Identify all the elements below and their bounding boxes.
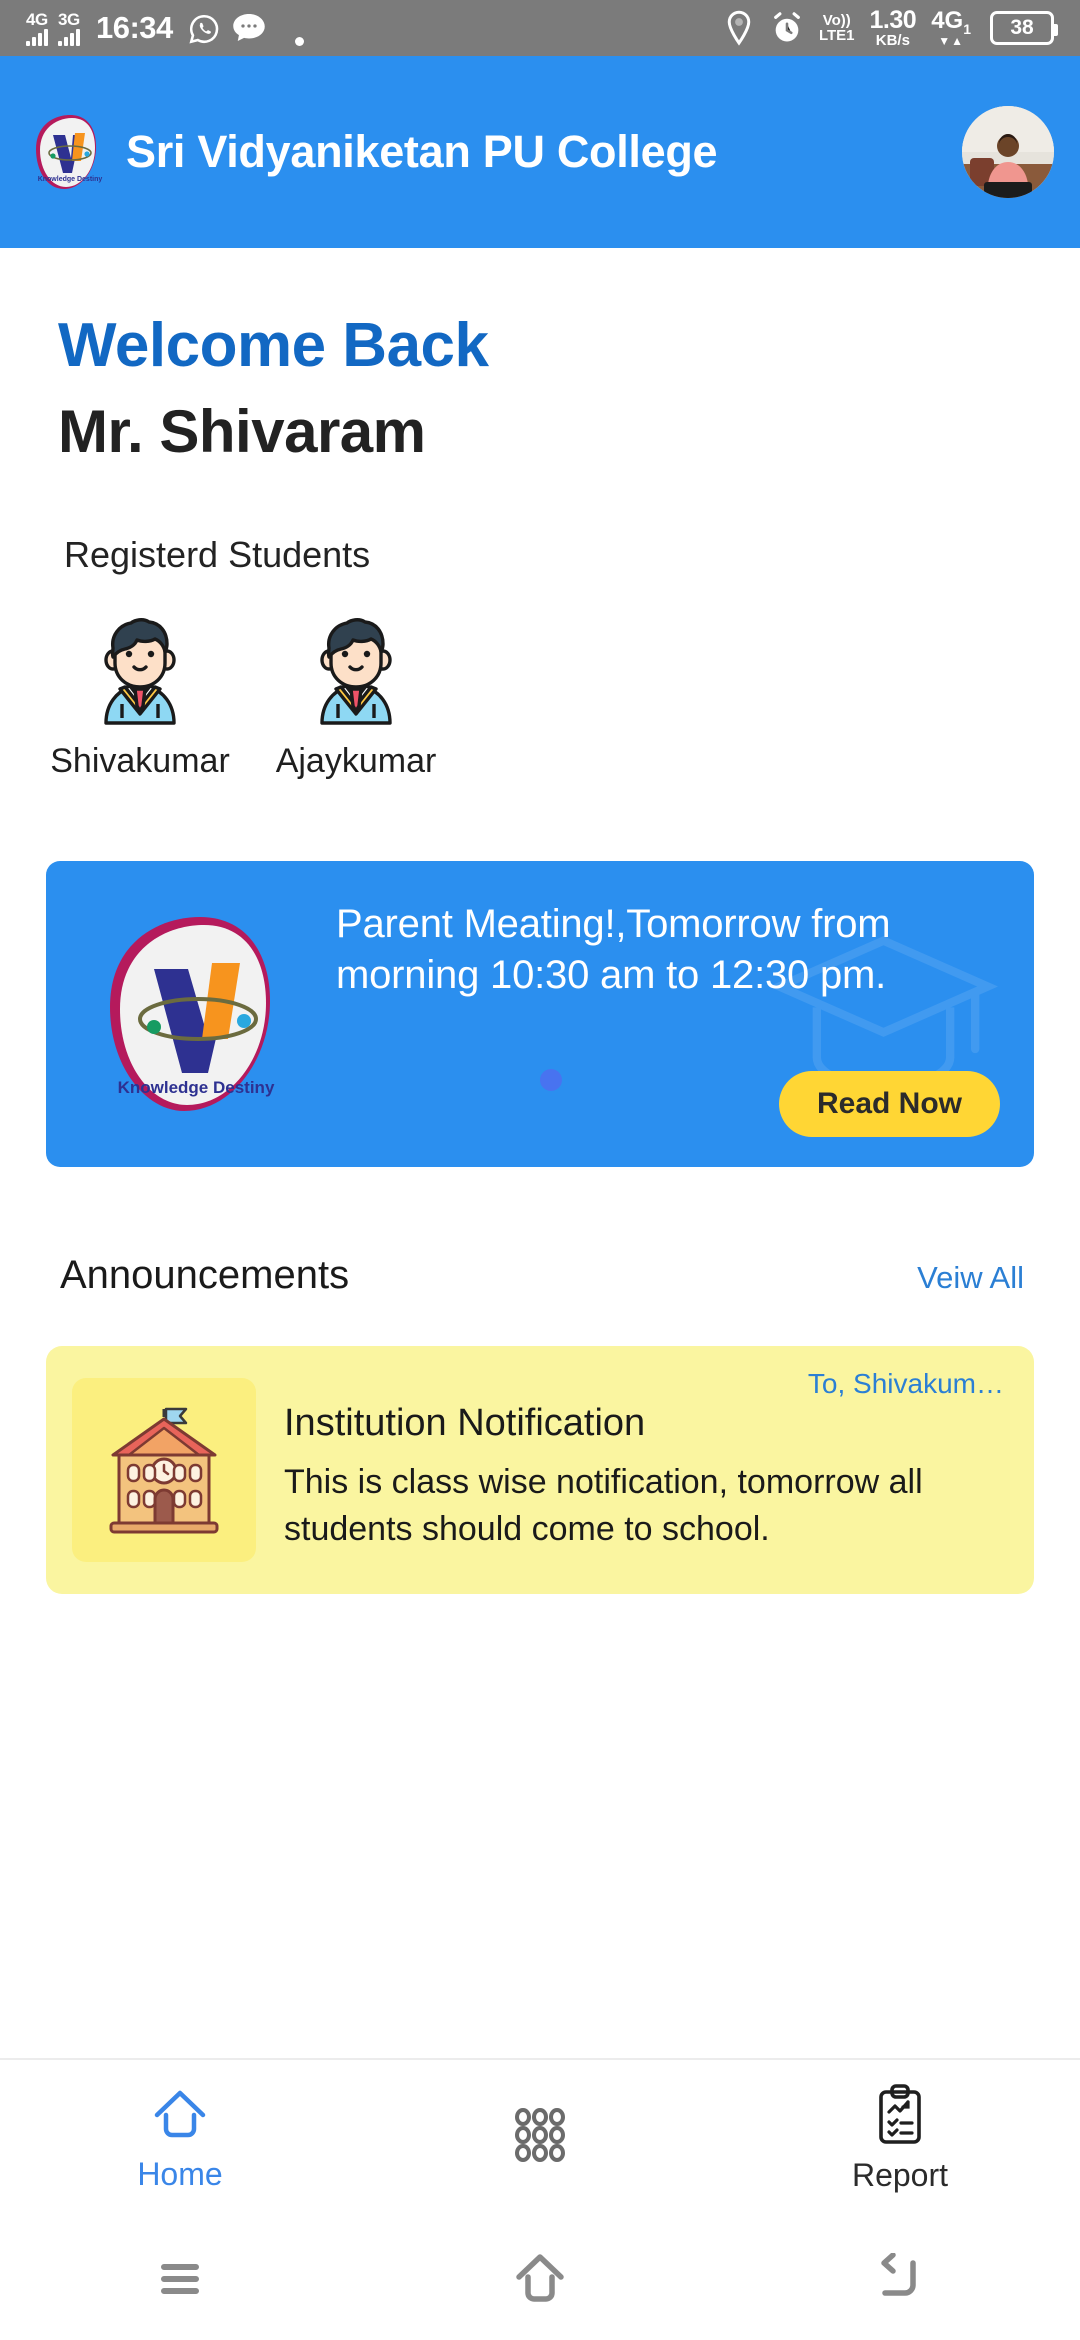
banner-logo-container: Knowledge Destiny	[46, 861, 336, 1167]
nav-item-home[interactable]: Home	[0, 2085, 360, 2193]
user-name: Mr. Shivaram	[58, 398, 426, 465]
registered-students-list: Shivakumar Ajaykumar	[0, 576, 1080, 781]
sim1-network-label: 4G	[26, 10, 48, 29]
svg-text:Knowledge Destiny: Knowledge Destiny	[38, 176, 103, 183]
welcome-greeting: Welcome Back	[58, 311, 489, 380]
college-logo-icon: Knowledge Destiny	[26, 109, 104, 195]
volte-icon: Vo)) LTE1	[819, 13, 855, 43]
data-network-label: 4G	[931, 6, 964, 34]
main-content: Welcome Back Mr. Shivaram Registerd Stud…	[0, 248, 1080, 1594]
nav-item-home-label: Home	[137, 2156, 223, 2192]
registered-students-label: Registerd Students	[64, 534, 371, 575]
status-bar-left: 4G 3G 16:34	[26, 10, 723, 46]
volte-top-label: Vo))	[822, 12, 851, 29]
announcement-banner[interactable]: Knowledge Destiny Parent Meating!,Tomorr…	[46, 861, 1034, 1167]
network-speed-indicator: 1.30 KB/s	[870, 7, 917, 49]
view-all-link[interactable]: Veiw All	[917, 1260, 1024, 1296]
sim2-signal-icon: 3G	[58, 11, 80, 46]
carousel-dot-indicator[interactable]	[540, 1069, 562, 1091]
student-avatar-icon	[300, 610, 412, 726]
clipboard-report-icon	[873, 2084, 927, 2151]
announcement-icon-container	[72, 1378, 256, 1562]
announcement-recipient: To, Shivakum…	[807, 1368, 1004, 1399]
whatsapp-icon	[187, 12, 221, 46]
announcement-card[interactable]: To, Shivakum… Institution Notification T…	[46, 1346, 1034, 1594]
nav-item-apps[interactable]	[360, 2101, 720, 2178]
system-home-icon[interactable]	[360, 2251, 720, 2307]
volte-bottom-label: LTE1	[818, 27, 855, 44]
nav-item-report-label: Report	[851, 2157, 949, 2193]
banner-message: Parent Meating!,Tomorrow from morning 10…	[336, 902, 891, 998]
battery-icon: 38	[990, 11, 1058, 45]
status-bar-right: Vo)) LTE1 1.30 KB/s 4G1 ▼▲ 38	[723, 6, 1058, 49]
student-name: Ajaykumar	[275, 742, 437, 780]
school-building-icon	[89, 1395, 239, 1545]
home-icon	[149, 2085, 211, 2150]
student-name: Shivakumar	[50, 742, 230, 780]
recents-menu-icon[interactable]	[0, 2255, 360, 2303]
avatar[interactable]	[962, 106, 1054, 198]
list-item[interactable]: Shivakumar	[50, 610, 230, 781]
logo-caption: Knowledge Destiny	[118, 1078, 275, 1097]
system-back-icon[interactable]	[720, 2253, 1080, 2305]
network-speed-value: 1.30	[869, 6, 917, 34]
notification-dot-icon	[294, 37, 304, 46]
announcement-text: This is class wise notification, tomorro…	[284, 1463, 923, 1548]
location-icon	[723, 10, 755, 46]
system-navigation-bar	[0, 2218, 1080, 2340]
messages-icon	[231, 12, 267, 46]
sim2-network-label: 3G	[58, 10, 80, 29]
college-logo-icon: Knowledge Destiny	[88, 903, 294, 1125]
bottom-navigation-bar: Home Report	[0, 2058, 1080, 2218]
battery-level-label: 38	[1010, 16, 1034, 39]
grid-dots-icon	[507, 2101, 573, 2172]
announcement-heading: Institution Notification	[284, 1402, 646, 1444]
page-title: Sri Vidyaniketan PU College	[126, 126, 718, 177]
announcements-title: Announcements	[60, 1253, 350, 1297]
status-bar-clock: 16:34	[96, 10, 173, 45]
mobile-data-icon: 4G1 ▼▲	[931, 6, 971, 49]
data-arrows: ▼▲	[938, 34, 964, 49]
alarm-icon	[770, 10, 804, 46]
student-avatar-icon	[84, 610, 196, 726]
network-speed-unit: KB/s	[875, 32, 910, 50]
sim1-signal-icon: 4G	[26, 11, 48, 46]
data-network-sub: 1	[963, 20, 971, 37]
list-item[interactable]: Ajaykumar	[276, 610, 436, 781]
app-header: Knowledge Destiny Sri Vidyaniketan PU Co…	[0, 56, 1080, 248]
announcements-header: Announcements Veiw All	[0, 1167, 1080, 1298]
banner-body: Parent Meating!,Tomorrow from morning 10…	[336, 861, 1034, 1167]
nav-item-report[interactable]: Report	[720, 2084, 1080, 2194]
status-bar: 4G 3G 16:34 Vo)) LTE1 1.30 KB/s 4G1 ▼▲ 3…	[0, 0, 1080, 56]
